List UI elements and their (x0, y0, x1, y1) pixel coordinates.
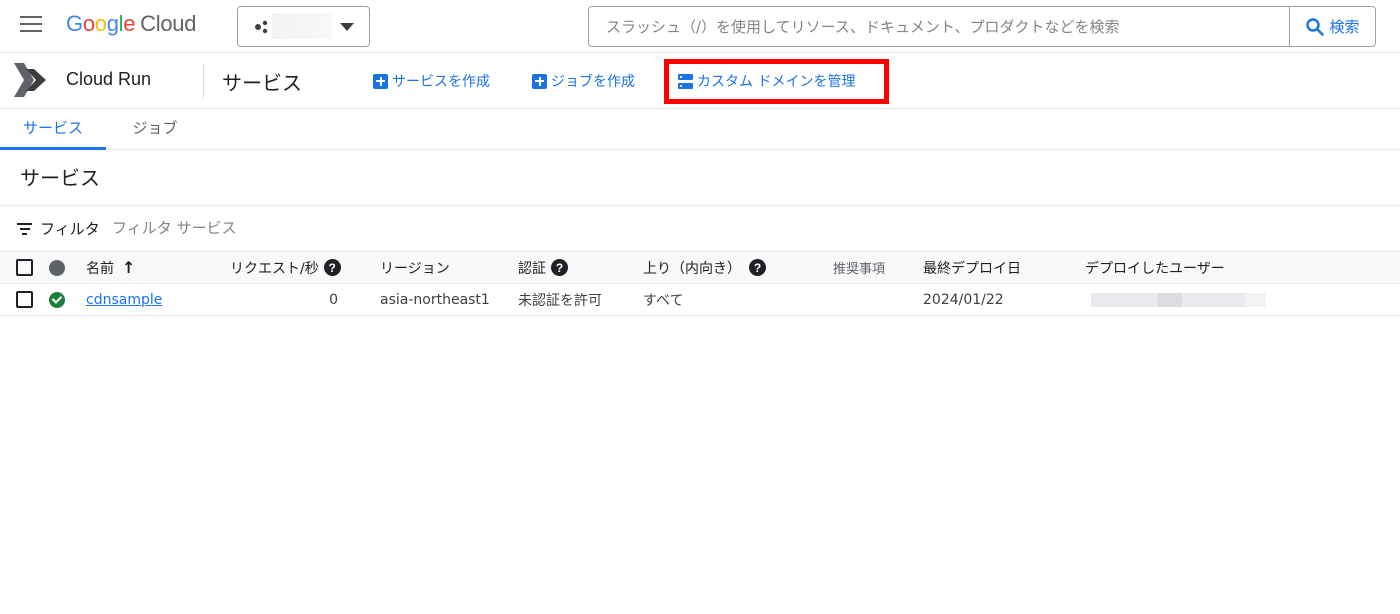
table-header: 名前 ↑ リクエスト/秒 ? リージョン 認証 ? 上り（内向き） ? 推奨事項… (0, 251, 1400, 284)
project-icon (255, 20, 268, 34)
filter-bar: フィルタ (0, 206, 1400, 251)
select-all-cell (16, 252, 33, 283)
header-name[interactable]: 名前 ↑ (86, 252, 135, 283)
header-ingress[interactable]: 上り（内向き） ? (643, 252, 766, 283)
header-last-deployed[interactable]: 最終デプロイ日 (923, 252, 1021, 283)
menu-icon[interactable] (20, 16, 42, 34)
filter-input[interactable] (112, 214, 512, 242)
help-icon[interactable]: ? (323, 259, 341, 276)
add-box-icon (532, 73, 547, 89)
row-status-cell (49, 284, 65, 315)
project-picker[interactable] (237, 6, 370, 47)
service-name-link[interactable]: cdnsample (86, 292, 162, 308)
caret-down-icon (340, 23, 354, 31)
row-checkbox[interactable] (16, 291, 33, 308)
row-requests: 0 (329, 291, 338, 308)
product-bar: Cloud Run サービス サービスを作成 ジョブを作成 カスタム ドメインを… (0, 53, 1400, 109)
search-button[interactable]: 検索 (1289, 7, 1375, 46)
status-header-cell (49, 252, 65, 283)
tab-bar: サービス ジョブ (0, 109, 1400, 150)
select-all-checkbox[interactable] (16, 259, 33, 276)
row-select-cell (16, 284, 33, 315)
header-requests[interactable]: リクエスト/秒 ? (230, 252, 341, 283)
top-bar: GoogleCloud 検索 (0, 0, 1400, 53)
add-box-icon (373, 73, 388, 89)
cloud-run-icon (14, 63, 46, 97)
create-service-button[interactable]: サービスを作成 (373, 71, 490, 91)
row-last-deployed: 2024/01/22 (923, 291, 1004, 308)
help-icon[interactable]: ? (749, 259, 766, 276)
search-input[interactable] (589, 7, 1289, 46)
tab-jobs[interactable]: ジョブ (106, 109, 204, 150)
page-title: サービス (222, 71, 302, 95)
status-column-icon (49, 259, 65, 276)
project-name-redacted (272, 13, 332, 39)
table-row: cdnsample 0 asia-northeast1 未認証を許可 すべて 2… (0, 284, 1400, 316)
header-auth[interactable]: 認証 ? (518, 252, 568, 283)
divider (203, 63, 204, 99)
check-circle-icon (49, 291, 65, 308)
search-icon (1306, 17, 1325, 36)
create-job-button[interactable]: ジョブを作成 (532, 71, 635, 91)
row-name-cell: cdnsample (86, 284, 162, 315)
header-recommendations: 推奨事項 (833, 262, 886, 277)
row-deployed-by-cell (1091, 284, 1266, 315)
deployed-by-redacted (1091, 292, 1266, 307)
header-region[interactable]: リージョン (380, 252, 450, 283)
row-ingress: すべて (643, 292, 684, 309)
help-icon[interactable]: ? (551, 259, 568, 276)
section-title: サービス (20, 166, 100, 190)
highlight-box (664, 59, 889, 104)
google-cloud-logo[interactable]: Google Cloud (66, 11, 196, 37)
search-bar: 検索 (588, 6, 1376, 47)
header-deployed-by[interactable]: デプロイしたユーザー (1085, 252, 1225, 283)
tab-services[interactable]: サービス (0, 109, 106, 150)
filter-icon[interactable] (17, 223, 32, 235)
row-auth: 未認証を許可 (518, 292, 602, 309)
row-region: asia-northeast1 (380, 291, 490, 308)
sort-ascending-icon: ↑ (122, 258, 136, 277)
filter-label[interactable]: フィルタ (40, 218, 100, 239)
product-name[interactable]: Cloud Run (66, 69, 151, 90)
